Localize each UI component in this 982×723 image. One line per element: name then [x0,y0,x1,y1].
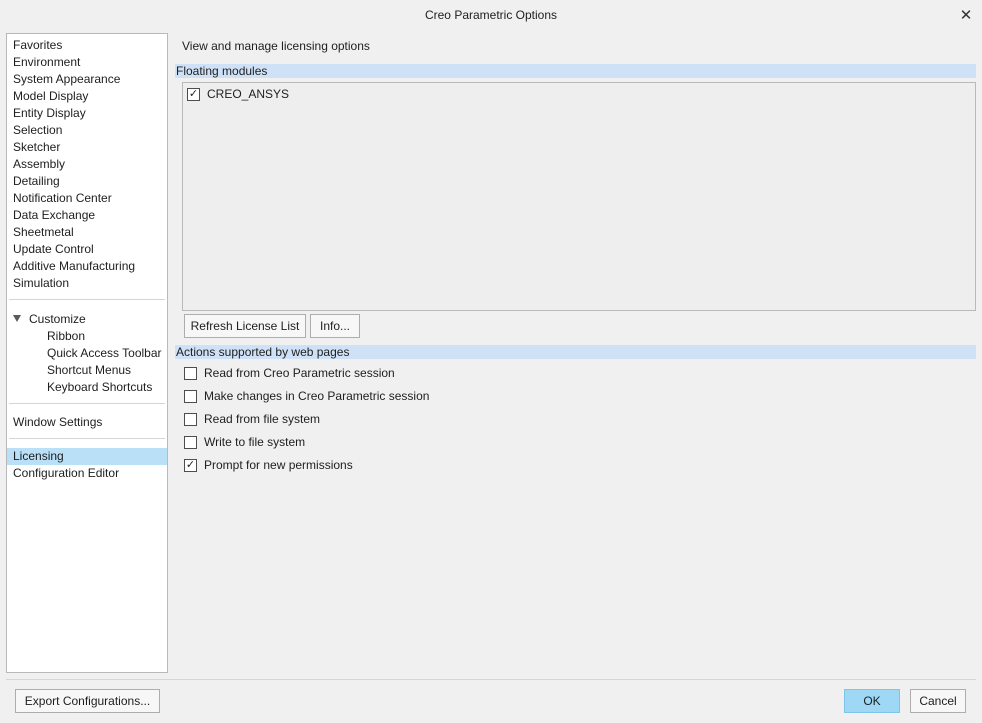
nav-item-simulation[interactable]: Simulation [7,275,167,292]
permission-option[interactable]: Write to file system [184,434,305,450]
floating-modules-header: Floating modules [175,64,976,78]
nav-item-window-settings[interactable]: Window Settings [7,414,167,431]
nav-item-licensing[interactable]: Licensing [7,448,167,465]
permission-checkbox[interactable] [184,366,197,380]
nav-item-assembly[interactable]: Assembly [7,156,167,173]
nav-item-update-control[interactable]: Update Control [7,241,167,258]
nav-item-selection[interactable]: Selection [7,122,167,139]
permission-label: Read from Creo Parametric session [204,366,395,380]
permission-checkbox[interactable] [184,412,197,426]
nav-divider [9,299,165,300]
nav-item-customize[interactable]: Customize [7,311,167,328]
close-icon: ✕ [959,7,973,24]
checkmark-icon: ✓ [188,87,199,100]
web-actions-header: Actions supported by web pages [175,345,976,359]
nav-item-detailing[interactable]: Detailing [7,173,167,190]
nav-item-notification-center[interactable]: Notification Center [7,190,167,207]
close-button[interactable]: ✕ [954,4,978,26]
module-row-creo-ansys[interactable]: ✓ CREO_ANSYS [187,86,289,102]
module-checkbox[interactable]: ✓ [187,87,200,101]
nav-item-sketcher[interactable]: Sketcher [7,139,167,156]
nav-item-shortcut-menus[interactable]: Shortcut Menus [7,362,167,379]
permission-option[interactable]: Read from file system [184,411,320,427]
permission-label: Prompt for new permissions [204,458,353,472]
module-name: CREO_ANSYS [207,87,290,101]
nav-item-entity-display[interactable]: Entity Display [7,105,167,122]
export-configurations-button[interactable]: Export Configurations... [15,689,160,713]
floating-modules-list[interactable]: ✓ CREO_ANSYS [182,82,976,311]
permission-checkbox[interactable]: ✓ [184,458,197,472]
nav-item-additive-manufacturing[interactable]: Additive Manufacturing [7,258,167,275]
nav-item-quick-access-toolbar[interactable]: Quick Access Toolbar [7,345,167,362]
refresh-license-list-button[interactable]: Refresh License List [184,314,306,338]
permission-option[interactable]: Read from Creo Parametric session [184,365,395,381]
permission-label: Make changes in Creo Parametric session [204,389,430,403]
permission-label: Read from file system [204,412,321,426]
permission-checkbox[interactable] [184,435,197,449]
cancel-button[interactable]: Cancel [910,689,966,713]
window-title: Creo Parametric Options [424,8,558,22]
ok-button[interactable]: OK [844,689,900,713]
permission-label: Write to file system [204,435,306,449]
nav-divider [9,438,165,439]
nav-divider [9,403,165,404]
nav-item-favorites[interactable]: Favorites [7,37,167,54]
checkmark-icon: ✓ [185,458,196,471]
nav-item-keyboard-shortcuts[interactable]: Keyboard Shortcuts [7,379,167,396]
nav-item-environment[interactable]: Environment [7,54,167,71]
permission-checkbox[interactable] [184,389,197,403]
page-description: View and manage licensing options [182,39,370,53]
nav-item-data-exchange[interactable]: Data Exchange [7,207,167,224]
nav-item-configuration-editor[interactable]: Configuration Editor [7,465,167,482]
nav-item-system-appearance[interactable]: System Appearance [7,71,167,88]
nav-item-sheetmetal[interactable]: Sheetmetal [7,224,167,241]
permission-option[interactable]: Make changes in Creo Parametric session [184,388,429,404]
options-navigation: Favorites Environment System Appearance … [6,33,168,673]
footer-divider [6,679,976,680]
nav-item-ribbon[interactable]: Ribbon [7,328,167,345]
nav-item-model-display[interactable]: Model Display [7,88,167,105]
info-button[interactable]: Info... [310,314,360,338]
title-bar: Creo Parametric Options ✕ [0,0,982,30]
permission-option[interactable]: ✓ Prompt for new permissions [184,457,353,473]
